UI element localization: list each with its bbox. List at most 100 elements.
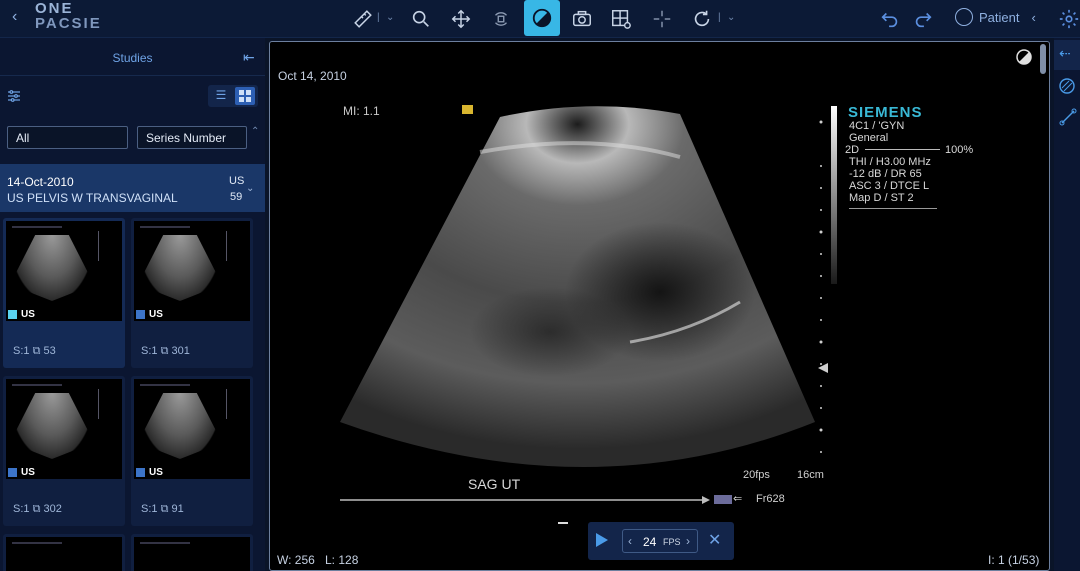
undo-icon[interactable] (877, 6, 903, 32)
series-meta: S:1 ⧉ 53 (13, 345, 56, 358)
hatch-overlay-icon[interactable] (1059, 78, 1077, 96)
series-card[interactable]: US S:1 ⧉ 91 (131, 376, 253, 526)
collapse-sidebar-icon[interactable]: ⇤ (243, 49, 255, 66)
series-card-partial[interactable] (131, 534, 253, 571)
series-card[interactable]: US S:1 ⧉ 301 (131, 218, 253, 368)
series-meta: S:1 ⧉ 302 (13, 503, 62, 516)
modality-label: US (149, 309, 163, 320)
study-modality: US (229, 175, 245, 187)
modality-badge: US (8, 309, 35, 320)
chevron-down-icon[interactable]: ⌄ (386, 12, 394, 23)
study-row[interactable]: 14-Oct-2010 US PELVIS W TRANSVAGINAL US … (0, 164, 265, 212)
image-index: I: 1 (1/53) (988, 553, 1040, 567)
study-date: 14-Oct-2010 (7, 175, 74, 189)
window-width: W: 256 (277, 553, 315, 567)
crosshair-icon[interactable] (649, 6, 675, 32)
series-number: S:1 (13, 345, 30, 357)
modality-badge: US (8, 467, 35, 478)
filter-settings-icon[interactable] (6, 88, 22, 109)
pan-icon[interactable] (448, 6, 474, 32)
studies-sidebar: Studies ⇤ ☰ All Series Number ⌃ 14-Oct-2… (0, 38, 265, 571)
grayscale-bar (831, 106, 837, 284)
fps-unit: FPS (663, 537, 681, 547)
user-icon (955, 8, 973, 26)
sort-direction-icon[interactable]: ⌃ (251, 126, 259, 137)
sort-select[interactable]: Series Number (137, 126, 247, 149)
depth-label: 16cm (797, 469, 824, 481)
ruler-icon[interactable] (350, 6, 376, 32)
viewer-app: ‹ ONE PACSIE | ⌄ | ⌄ Patient ‹ Studies ⇤… (0, 0, 1080, 571)
info-divider (849, 208, 937, 209)
study-date-overlay: Oct 14, 2010 (278, 69, 347, 83)
vendor-logo: SIEMENS (848, 104, 923, 121)
frequency-label: THI / H3.00 MHz (849, 156, 931, 168)
stack-icon: ⧉ (32, 345, 41, 357)
measure-menu-divider-icon: | (377, 12, 380, 23)
study-image-count: 59 (230, 191, 243, 203)
back-icon[interactable]: ‹ (12, 8, 17, 26)
series-card-partial[interactable] (3, 534, 125, 571)
play-icon[interactable] (596, 533, 608, 547)
series-card[interactable]: US S:1 ⧉ 302 (3, 376, 125, 526)
fps-decrease-icon[interactable]: ‹ (628, 534, 632, 548)
stack-icon: ⧉ (160, 345, 169, 357)
layout-icon[interactable] (608, 6, 634, 32)
series-thumbnail (134, 537, 250, 571)
patient-panel-toggle[interactable]: Patient ‹ (955, 8, 1036, 26)
series-thumbnail (134, 379, 250, 479)
camera-icon[interactable] (569, 6, 595, 32)
sidebar-title: Studies (112, 51, 153, 65)
series-card[interactable]: US S:1 ⧉ 53 (3, 218, 125, 368)
contrast-tool-button[interactable] (524, 0, 560, 36)
probe-orientation-marker-icon (462, 105, 473, 114)
zoom-icon[interactable] (408, 6, 434, 32)
cine-marker-icon (714, 495, 732, 504)
cine-playback-bar: ‹ 24 FPS › ✕ (588, 522, 734, 560)
top-toolbar: ‹ ONE PACSIE | ⌄ | ⌄ Patient ‹ (0, 0, 1080, 38)
image-count: 53 (43, 345, 56, 357)
modality-label: US (149, 467, 163, 478)
app-logo: ONE PACSIE (35, 1, 102, 31)
series-thumbnail (6, 379, 122, 479)
depth-ruler (818, 120, 828, 453)
stack-icon: ⧉ (32, 503, 41, 515)
mode-label: 2D (845, 144, 860, 156)
redo-icon[interactable] (910, 6, 936, 32)
contrast-icon (532, 8, 552, 28)
image-viewport[interactable]: Oct 14, 2010 MI: 1.1 SIEMENS 4C1 / 'GYN … (269, 41, 1050, 571)
ultrasound-image (340, 106, 815, 504)
line-tool-icon[interactable] (1059, 108, 1077, 126)
close-playback-icon[interactable]: ✕ (708, 530, 721, 550)
settings-gear-icon[interactable] (1056, 6, 1080, 32)
series-meta: S:1 ⧉ 91 (141, 503, 184, 516)
cine-arrow-icon: ⇐ (733, 493, 743, 505)
stack-icon: ⧉ (160, 503, 169, 515)
reset-icon[interactable] (689, 6, 715, 32)
frame-rate-label: 20fps (743, 469, 770, 481)
gain-label: -12 dB / DR 65 (849, 168, 922, 180)
asc-label: ASC 3 / DTCE L (849, 180, 930, 192)
logo-line1: ONE (35, 0, 74, 17)
chevron-down-icon-2[interactable]: ⌄ (727, 12, 735, 23)
series-number: S:1 (13, 503, 30, 515)
view-toggle: ☰ (208, 85, 258, 107)
modality-label: US (21, 467, 35, 478)
series-thumbnail (6, 537, 122, 571)
modality-filter-select[interactable]: All (7, 126, 128, 149)
viewport-scrollbar[interactable] (1040, 44, 1046, 74)
fps-increase-icon[interactable]: › (686, 534, 690, 548)
grid-view-icon[interactable] (235, 87, 255, 105)
expand-panel-icon[interactable]: ⇠ (1059, 45, 1077, 63)
patient-label: Patient (979, 9, 1020, 25)
right-tool-panel: ⇠ (1054, 38, 1080, 571)
invert-toggle-icon[interactable] (1016, 49, 1032, 70)
frame-indicator (558, 522, 568, 524)
list-view-icon[interactable]: ☰ (212, 88, 230, 104)
series-thumbnail (6, 221, 122, 321)
map-label: Map D / ST 2 (849, 192, 914, 204)
series-number: S:1 (141, 503, 158, 515)
rotate-icon[interactable] (488, 6, 514, 32)
expand-chevron-icon[interactable]: ⌄ (246, 183, 254, 194)
series-number: S:1 (141, 345, 158, 357)
scan-parameters: 4C1 / 'GYN General 2D THI / H3.00 MHz -1… (845, 120, 931, 204)
